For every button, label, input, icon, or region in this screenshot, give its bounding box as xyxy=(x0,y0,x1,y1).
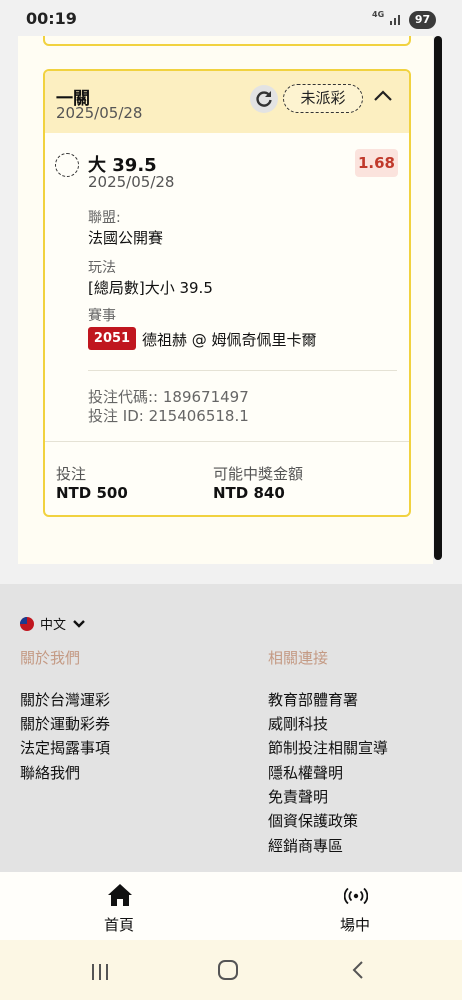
footer-link-sports-admin[interactable]: 教育部體育署 xyxy=(268,689,358,710)
footer-link-dealer-zone[interactable]: 經銷商專區 xyxy=(268,835,343,856)
site-footer: 中文 關於我們 關於台灣運彩 關於運動彩券 法定揭露事項 聯絡我們 相關連接 教… xyxy=(0,584,462,872)
refresh-button[interactable] xyxy=(250,85,278,113)
flag-icon xyxy=(20,616,34,631)
back-icon[interactable] xyxy=(350,960,366,980)
status-bar: 00:19 4G 97 xyxy=(0,0,462,36)
selection-date: 2025/05/28 xyxy=(88,173,175,191)
divider xyxy=(45,441,409,442)
payout-value: NTD 840 xyxy=(213,484,285,502)
bet-date: 2025/05/28 xyxy=(56,104,143,122)
clock: 00:19 xyxy=(26,9,77,28)
divider xyxy=(88,370,397,371)
related-heading: 相關連接 xyxy=(268,649,329,667)
league-label: 聯盟: xyxy=(88,210,121,226)
footer-link-about-taiwan-lottery[interactable]: 關於台灣運彩 xyxy=(20,689,110,710)
network-indicator: 4G xyxy=(372,10,385,19)
status-badge: 未派彩 xyxy=(283,84,363,113)
battery-icon: 97 xyxy=(409,11,436,29)
home-icon[interactable] xyxy=(106,882,134,908)
bet-id: 投注 ID: 215406518.1 xyxy=(88,407,249,425)
stake-value: NTD 500 xyxy=(56,484,128,502)
bottom-nav: 首頁 場中 xyxy=(0,872,462,940)
selection-radio[interactable] xyxy=(55,153,79,177)
chevron-down-icon xyxy=(73,619,85,628)
event-label: 賽事 xyxy=(88,308,116,324)
bet-card: 一關 2025/05/28 未派彩 大 39.5 2025/05/28 1.68… xyxy=(43,69,411,517)
refresh-icon xyxy=(256,91,272,107)
nav-home-label[interactable]: 首頁 xyxy=(104,914,134,935)
footer-link-about-sports-lottery[interactable]: 關於運動彩券 xyxy=(20,713,110,734)
chevron-up-icon[interactable] xyxy=(372,88,394,104)
language-label: 中文 xyxy=(40,618,67,633)
event-id-badge: 2051 xyxy=(88,327,136,350)
system-nav-bar xyxy=(0,940,462,1000)
stake-label: 投注 xyxy=(56,465,87,483)
footer-link-disclaimer[interactable]: 免責聲明 xyxy=(268,786,328,807)
market-value: [總局數]大小 39.5 xyxy=(88,279,213,297)
recent-apps-icon[interactable] xyxy=(90,962,110,982)
signal-icon xyxy=(390,15,400,25)
league-value: 法國公開賽 xyxy=(88,229,164,247)
market-label: 玩法 xyxy=(88,260,116,276)
bet-card-header[interactable]: 一關 2025/05/28 未派彩 xyxy=(45,71,409,133)
bet-list-area: 一關 2025/05/28 未派彩 大 39.5 2025/05/28 1.68… xyxy=(0,36,462,584)
about-heading: 關於我們 xyxy=(20,649,81,667)
system-home-icon[interactable] xyxy=(218,960,238,980)
nav-live-label[interactable]: 場中 xyxy=(340,914,370,935)
language-selector[interactable]: 中文 xyxy=(20,614,86,633)
event-name: 德祖赫 @ 姆佩奇佩里卡爾 xyxy=(142,331,317,349)
odds-badge: 1.68 xyxy=(355,149,398,177)
live-broadcast-icon[interactable] xyxy=(344,886,368,906)
previous-card-edge xyxy=(43,36,411,46)
footer-link-data-protection[interactable]: 個資保護政策 xyxy=(268,810,358,831)
footer-link-contact[interactable]: 聯絡我們 xyxy=(20,762,80,783)
scrollbar[interactable] xyxy=(434,36,442,560)
footer-link-privacy[interactable]: 隱私權聲明 xyxy=(268,762,343,783)
bet-code: 投注代碼:: 189671497 xyxy=(88,388,249,406)
payout-label: 可能中獎金額 xyxy=(213,465,304,483)
footer-link-responsible-gaming[interactable]: 節制投注相關宣導 xyxy=(268,737,388,758)
footer-link-disclosure[interactable]: 法定揭露事項 xyxy=(20,737,110,758)
footer-link-adata[interactable]: 威剛科技 xyxy=(268,713,328,734)
